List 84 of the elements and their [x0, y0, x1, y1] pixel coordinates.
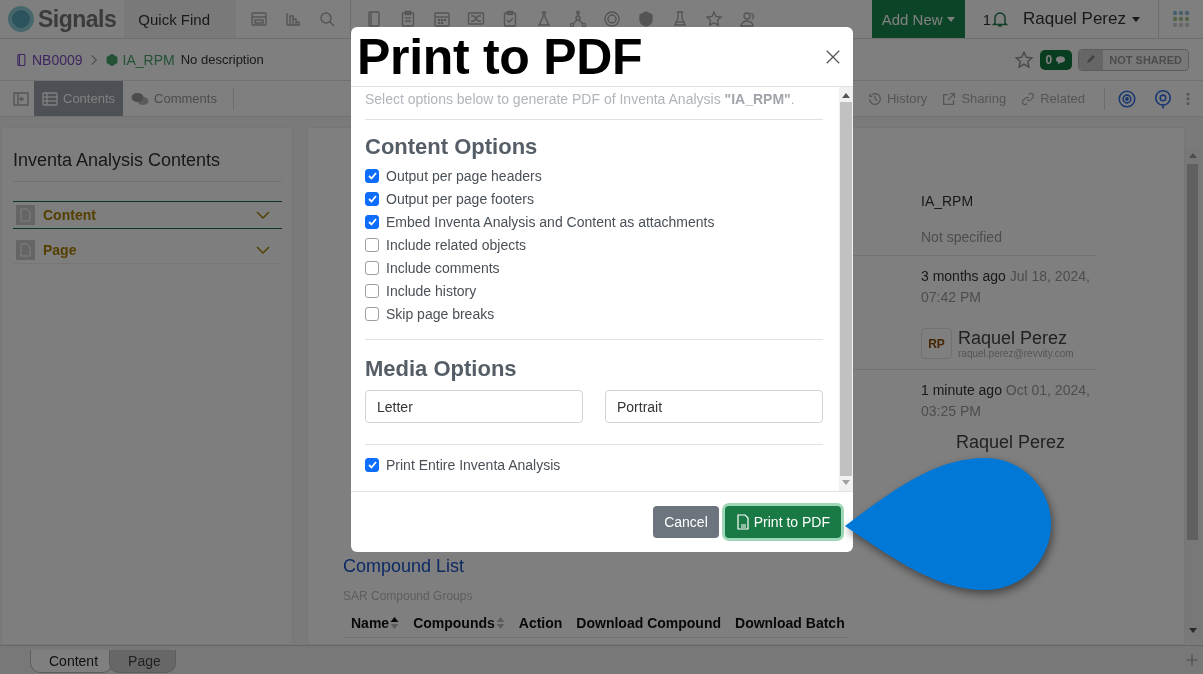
checkbox[interactable]	[365, 168, 379, 183]
cancel-button[interactable]: Cancel	[653, 506, 719, 538]
link-icon	[1020, 90, 1037, 107]
flask-icon[interactable]	[535, 10, 553, 28]
print-button[interactable]: Print to PDF	[724, 506, 841, 538]
checkbox-label: Include comments	[386, 259, 500, 276]
shield-icon[interactable]	[637, 10, 655, 28]
checkbox-label: Embed Inventa Analysis and Content as attachments	[386, 213, 715, 230]
search-icon[interactable]	[318, 10, 336, 28]
checkbox[interactable]	[365, 260, 379, 275]
checkbox[interactable]	[365, 457, 379, 472]
sidebar-title: Inventa Analysis Contents	[13, 140, 282, 182]
star-icon[interactable]	[705, 10, 723, 28]
users-icon[interactable]	[739, 10, 757, 28]
sidebar-item[interactable]: Content	[13, 201, 282, 229]
pencil-icon[interactable]	[1085, 52, 1098, 65]
user-menu[interactable]: Raquel Perez	[1023, 9, 1140, 29]
description-text: No description	[180, 52, 264, 67]
add-new-button[interactable]: Add New	[871, 0, 965, 38]
shuffle-icon[interactable]	[467, 10, 485, 28]
chevron-down-icon	[256, 245, 270, 255]
column-header[interactable]: Download Compound	[576, 615, 721, 631]
document-icon	[16, 205, 35, 225]
checkbox-label: Output per page footers	[386, 190, 534, 207]
page-tab[interactable]: Page	[109, 650, 176, 673]
comment-count-badge[interactable]: 0	[1039, 49, 1073, 70]
sidebar-item[interactable]: Page	[13, 236, 282, 264]
comment-bubble-icon	[1055, 54, 1067, 65]
location-pin-icon[interactable]	[1153, 88, 1173, 109]
checkbox[interactable]	[365, 306, 379, 321]
checkbox-label: Print Entire Inventa Analysis	[386, 456, 561, 473]
user-name: Raquel Perez	[956, 432, 1066, 452]
checkbox-label: Include history	[386, 282, 477, 299]
name-value: IA_RPM	[921, 193, 974, 209]
column-header[interactable]: Compounds	[413, 615, 505, 631]
dialog-title: Print to PDF	[356, 28, 643, 85]
quick-find-button[interactable]: Quick Find	[124, 0, 236, 38]
column-header[interactable]: Name	[351, 615, 400, 631]
analysis-link[interactable]: IA_RPM	[122, 51, 175, 68]
notebook-link[interactable]: NB0009	[32, 51, 83, 68]
column-header[interactable]: Action	[518, 615, 563, 631]
comments-icon	[131, 91, 150, 106]
dashboard-icon[interactable]	[250, 10, 268, 28]
chevron-down-icon	[256, 210, 270, 220]
sort-icon[interactable]	[390, 615, 400, 631]
file-pdf-icon	[735, 514, 750, 530]
notebook-icon[interactable]	[365, 10, 383, 28]
section-heading: Media Options	[365, 356, 517, 381]
select-field[interactable]: Letter	[365, 390, 583, 423]
share-icon	[941, 90, 958, 107]
checkbox[interactable]	[365, 214, 379, 229]
logo-icon	[8, 6, 34, 32]
checkbox[interactable]	[365, 237, 379, 252]
intro-text: Select options below to generate PDF of Inventa Analysis "IA_RPM".	[365, 87, 823, 120]
calendar-icon[interactable]	[433, 10, 451, 28]
checkbox[interactable]	[365, 191, 379, 206]
clipboard-check-icon[interactable]	[501, 10, 519, 28]
document-icon	[16, 240, 35, 260]
beaker-icon[interactable]	[671, 10, 689, 28]
checkbox-label: Include related objects	[386, 236, 527, 253]
collapse-panel-icon[interactable]	[12, 89, 30, 108]
analysis-icon	[104, 52, 119, 67]
history-icon	[866, 90, 883, 107]
user-avatar: RP	[921, 328, 952, 359]
apps-grid-icon[interactable]	[1172, 10, 1190, 28]
notification-count: 1	[982, 10, 991, 28]
checkbox-label: Output per page headers	[386, 167, 542, 184]
select-field[interactable]: Portrait	[605, 390, 823, 423]
logo-text: Signals	[38, 5, 117, 33]
checkbox[interactable]	[365, 283, 379, 298]
column-header[interactable]: Download Batch	[735, 615, 845, 631]
scrollbar[interactable]	[839, 87, 853, 491]
bar-chart-icon[interactable]	[284, 10, 302, 28]
section-title: Compound List	[343, 556, 466, 577]
section-heading: Content Options	[365, 134, 539, 160]
close-icon[interactable]	[825, 48, 841, 65]
user-name: Raquel Perez	[958, 328, 1069, 348]
notebook-icon[interactable]	[14, 52, 28, 67]
target-icon[interactable]	[603, 10, 621, 28]
clipboard-icon[interactable]	[399, 10, 417, 28]
checkbox-label: Skip page breaks	[386, 305, 495, 322]
bell-icon[interactable]	[991, 10, 1009, 28]
table-icon	[42, 91, 58, 106]
star-icon[interactable]	[1013, 49, 1034, 70]
